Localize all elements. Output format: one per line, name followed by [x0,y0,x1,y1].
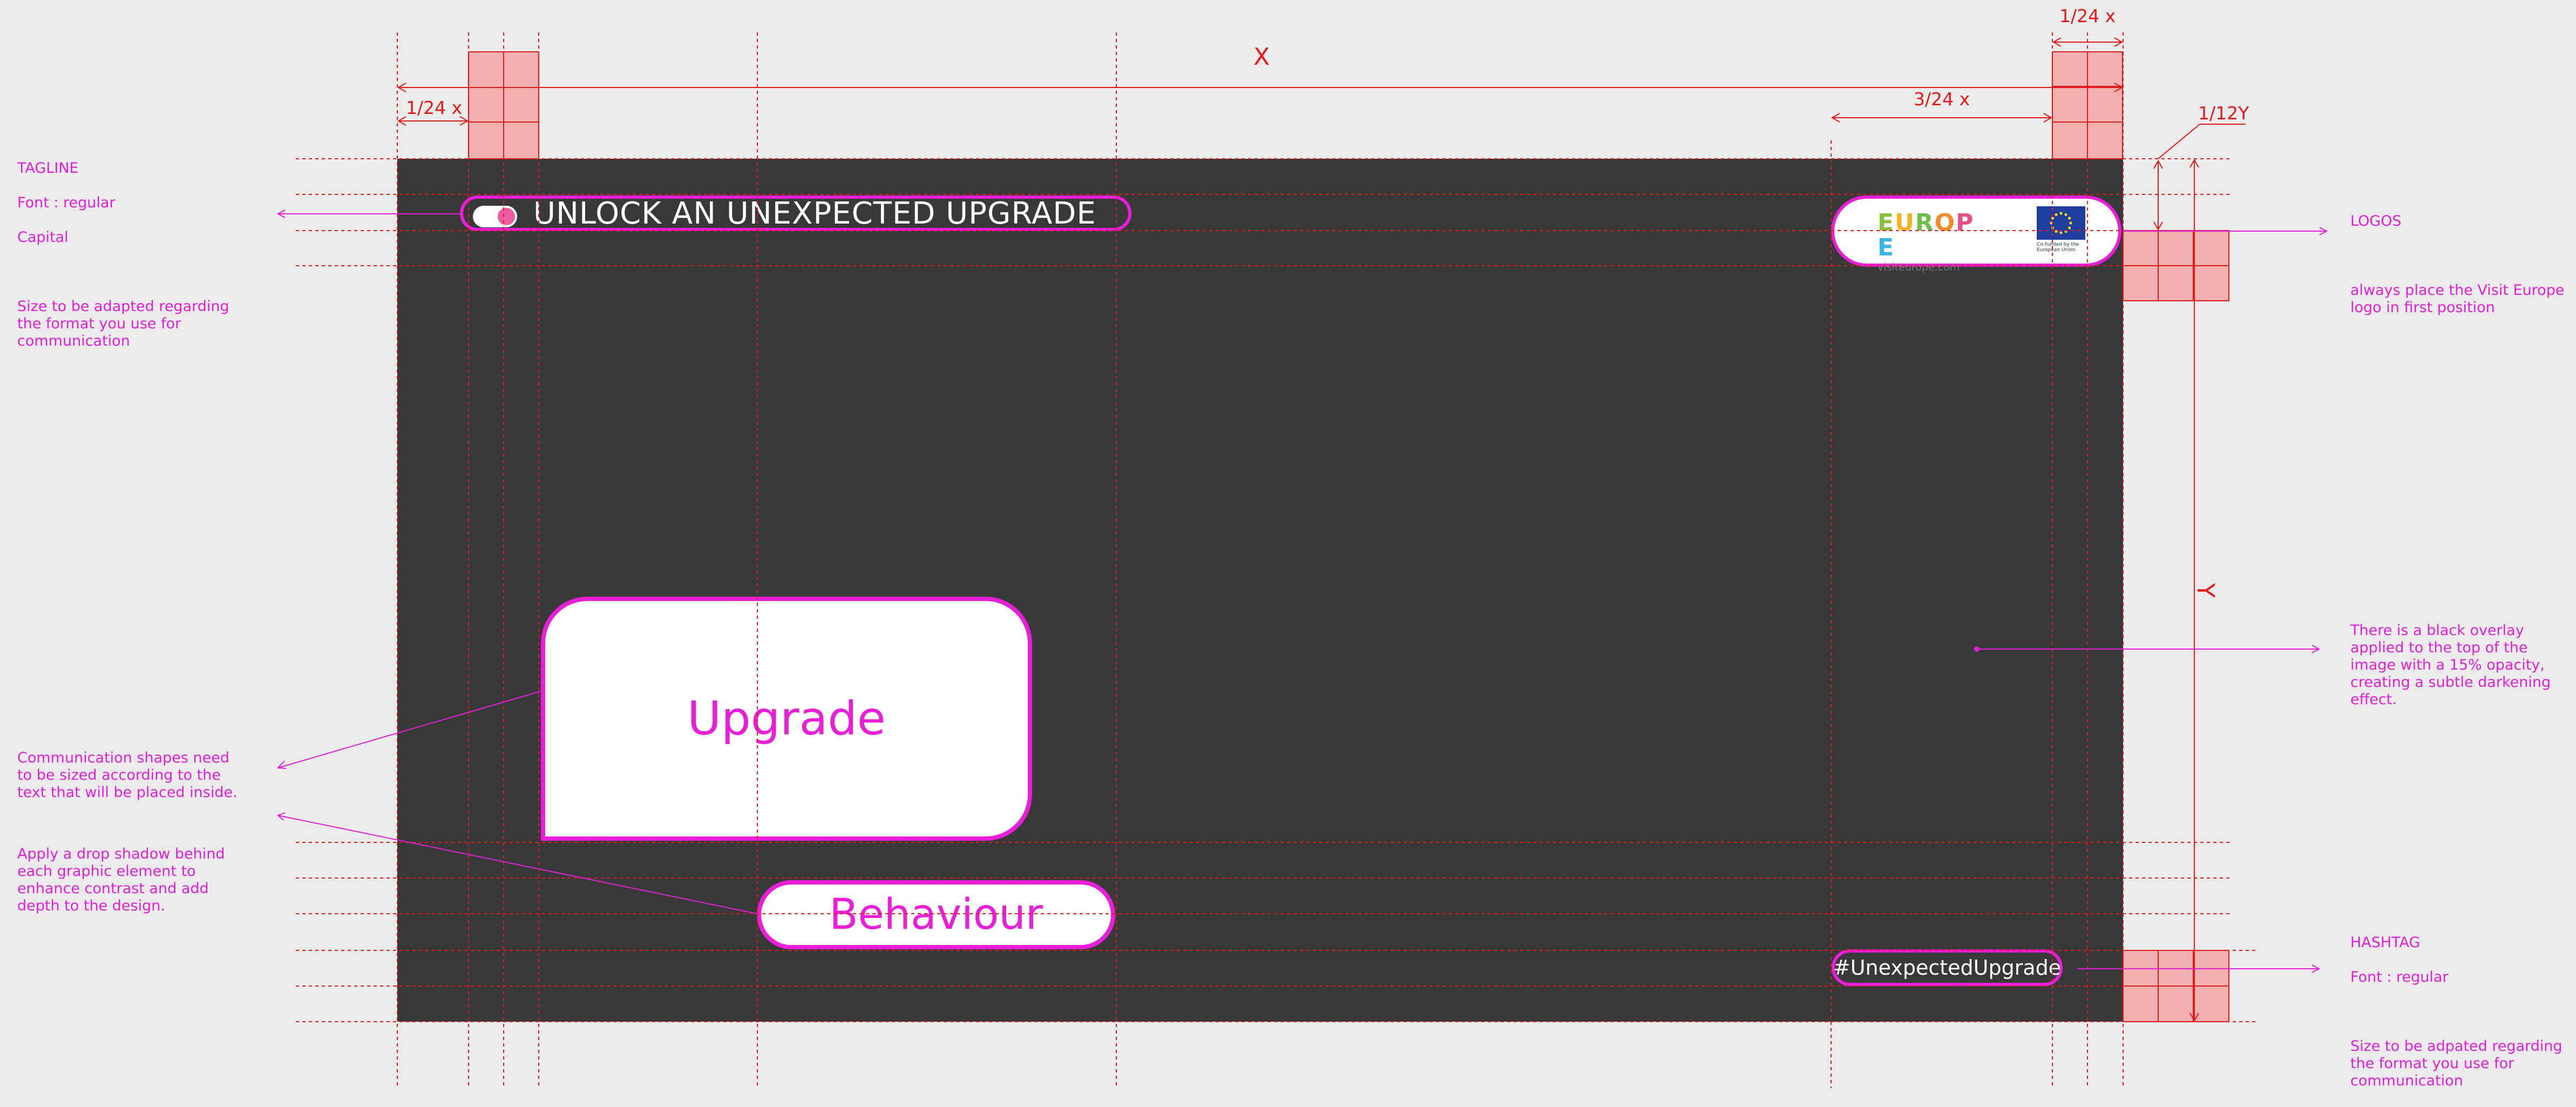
grid-square-lines [469,52,2229,1022]
grid-squares [468,51,2229,1022]
annotation-arrows [276,210,2328,973]
dimension-lines [397,37,2246,1022]
guides-overlay [276,32,2328,1088]
overlay-marker [1974,646,1980,652]
vertical-guides [397,32,2124,1088]
horizontal-guides [296,158,2256,1022]
